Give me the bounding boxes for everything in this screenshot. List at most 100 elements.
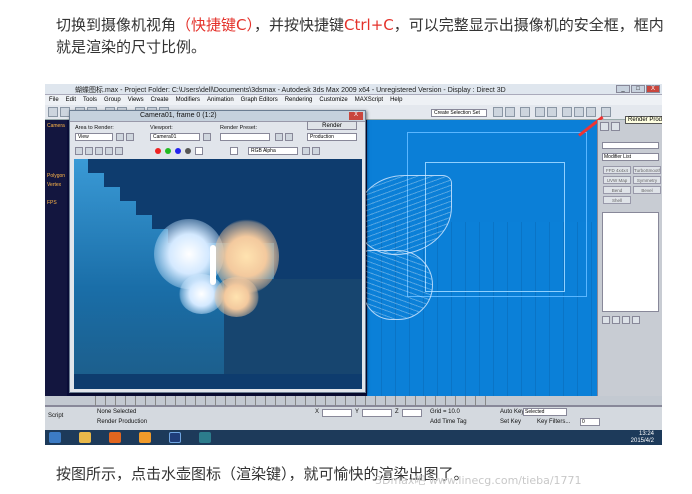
caption-top-part1: 切换到摄像机视角 bbox=[56, 16, 177, 34]
environment-icon[interactable] bbox=[285, 133, 293, 141]
clock-date: 2015/4/2 bbox=[630, 437, 654, 444]
modifier-list-dropdown[interactable]: Modifier List bbox=[602, 153, 659, 161]
green-channel-toggle[interactable] bbox=[165, 148, 171, 154]
left-info-strip: Camera Polygon Vertex FPS bbox=[45, 120, 67, 410]
y-coord-field[interactable] bbox=[362, 409, 392, 417]
menu-graph-editors[interactable]: Graph Editors bbox=[241, 97, 278, 103]
maximize-button[interactable]: □ bbox=[631, 85, 645, 93]
print-image-icon[interactable] bbox=[105, 147, 113, 155]
butterfly-right-lower-wing bbox=[214, 277, 259, 317]
monochrome-icon[interactable] bbox=[195, 147, 203, 155]
start-icon[interactable] bbox=[49, 432, 61, 443]
app-titlebar: 蝴蝶图标.max - Project Folder: C:\Users\dell… bbox=[45, 84, 662, 95]
area-to-render-dropdown[interactable]: View bbox=[75, 133, 113, 141]
save-image-icon[interactable] bbox=[75, 147, 83, 155]
render-step bbox=[88, 159, 348, 173]
display-channel-dropdown[interactable]: RGB Alpha bbox=[248, 147, 298, 155]
menu-modifiers[interactable]: Modifiers bbox=[176, 97, 200, 103]
render-iterative-icon[interactable] bbox=[601, 107, 611, 117]
modifier-ffd-button[interactable]: FFD 4x4x4 bbox=[603, 166, 631, 174]
close-button[interactable]: X bbox=[646, 85, 660, 93]
set-key-button[interactable]: Set Key bbox=[500, 419, 521, 425]
clone-frame-icon[interactable] bbox=[95, 147, 103, 155]
selection-set-dropdown[interactable]: Create Selection Set bbox=[431, 109, 487, 117]
menu-views[interactable]: Views bbox=[128, 97, 144, 103]
align-icon[interactable] bbox=[505, 107, 515, 117]
make-unique-icon[interactable] bbox=[622, 316, 630, 324]
minimize-button[interactable]: _ bbox=[616, 85, 630, 93]
auto-key-dropdown[interactable]: Selected bbox=[523, 408, 567, 416]
render-preset-dropdown[interactable] bbox=[220, 133, 270, 141]
menu-rendering[interactable]: Rendering bbox=[285, 97, 313, 103]
menu-maxscript[interactable]: MAXScript bbox=[355, 97, 383, 103]
remove-modifier-icon[interactable] bbox=[632, 316, 640, 324]
blue-channel-toggle[interactable] bbox=[175, 148, 181, 154]
color-swatch[interactable] bbox=[230, 147, 238, 155]
modifier-turbosmooth-button[interactable]: TurboSmooth bbox=[633, 166, 661, 174]
modify-tab-icon[interactable] bbox=[611, 122, 620, 131]
menu-customize[interactable]: Customize bbox=[319, 97, 347, 103]
render-setup-icon[interactable] bbox=[574, 107, 584, 117]
prompt-line: Render Production bbox=[97, 419, 148, 425]
mirror-icon[interactable] bbox=[493, 107, 503, 117]
menu-animation[interactable]: Animation bbox=[207, 97, 234, 103]
menu-group[interactable]: Group bbox=[104, 97, 121, 103]
menu-help[interactable]: Help bbox=[390, 97, 402, 103]
rendered-frame-icon[interactable] bbox=[586, 107, 596, 117]
key-filters-button[interactable]: Key Filters... bbox=[537, 419, 570, 425]
alpha-channel-toggle[interactable] bbox=[185, 148, 191, 154]
add-time-tag[interactable]: Add Time Tag bbox=[430, 419, 467, 425]
left-label-vertex: Vertex bbox=[47, 182, 62, 188]
3dsmax-icon[interactable] bbox=[199, 432, 211, 443]
x-coord-field[interactable] bbox=[322, 409, 352, 417]
window-controls: _ □ X bbox=[616, 85, 660, 93]
modifier-symmetry-button[interactable]: Symmetry bbox=[633, 176, 661, 184]
left-label-fps: FPS bbox=[47, 200, 57, 206]
red-channel-toggle[interactable] bbox=[155, 148, 161, 154]
time-slider[interactable] bbox=[45, 396, 662, 406]
schematic-icon[interactable] bbox=[547, 107, 557, 117]
render-setup-small-icon[interactable] bbox=[275, 133, 283, 141]
layer-icon[interactable] bbox=[520, 107, 530, 117]
modifier-shell-button[interactable]: Shell bbox=[603, 196, 631, 204]
maxscript-listener-label[interactable]: Script bbox=[48, 413, 63, 419]
rendered-frame-close-button[interactable]: X bbox=[349, 112, 363, 120]
modifier-bend-button[interactable]: Bend bbox=[603, 186, 631, 194]
status-bar: Script None Selected Render Production X… bbox=[45, 406, 662, 430]
menu-edit[interactable]: Edit bbox=[66, 97, 76, 103]
curve-editor-icon[interactable] bbox=[535, 107, 545, 117]
toggle-ui-overlay-icon[interactable] bbox=[302, 147, 310, 155]
lock-viewport-icon[interactable] bbox=[203, 133, 211, 141]
toggle-ui-icon[interactable] bbox=[312, 147, 320, 155]
media-player-icon[interactable] bbox=[139, 432, 151, 443]
firefox-icon[interactable] bbox=[109, 432, 121, 443]
modifier-stack[interactable] bbox=[602, 212, 659, 312]
clear-icon[interactable] bbox=[115, 147, 123, 155]
current-frame-field[interactable]: 0 bbox=[580, 418, 600, 426]
x-coord-label: X bbox=[315, 409, 320, 415]
menu-tools[interactable]: Tools bbox=[83, 97, 97, 103]
show-end-result-icon[interactable] bbox=[612, 316, 620, 324]
viewport-dropdown[interactable]: Camera01 bbox=[150, 133, 200, 141]
modifier-uvwmap-button[interactable]: UVW Map bbox=[603, 176, 631, 184]
3dsmax-screenshot: 蝴蝶图标.max - Project Folder: C:\Users\dell… bbox=[45, 84, 662, 445]
z-coord-field[interactable] bbox=[402, 409, 422, 417]
object-name-field[interactable] bbox=[602, 142, 659, 149]
photoshop-icon[interactable] bbox=[169, 432, 181, 443]
render-button[interactable]: Render bbox=[307, 121, 357, 130]
edit-region-icon[interactable] bbox=[116, 133, 124, 141]
auto-key-button[interactable]: Auto Key bbox=[500, 409, 524, 415]
material-editor-icon[interactable] bbox=[562, 107, 572, 117]
camera-viewport[interactable]: ☕ bbox=[357, 120, 625, 396]
pin-stack-icon[interactable] bbox=[602, 316, 610, 324]
production-dropdown[interactable]: Production bbox=[307, 133, 357, 141]
butterfly-body bbox=[210, 245, 216, 285]
create-tab-icon[interactable] bbox=[600, 122, 609, 131]
explorer-icon[interactable] bbox=[79, 432, 91, 443]
copy-image-icon[interactable] bbox=[85, 147, 93, 155]
menu-file[interactable]: File bbox=[49, 97, 59, 103]
menu-create[interactable]: Create bbox=[151, 97, 169, 103]
modifier-bevel-button[interactable]: Bevel bbox=[633, 186, 661, 194]
undo-icon[interactable] bbox=[48, 107, 58, 117]
auto-region-icon[interactable] bbox=[126, 133, 134, 141]
